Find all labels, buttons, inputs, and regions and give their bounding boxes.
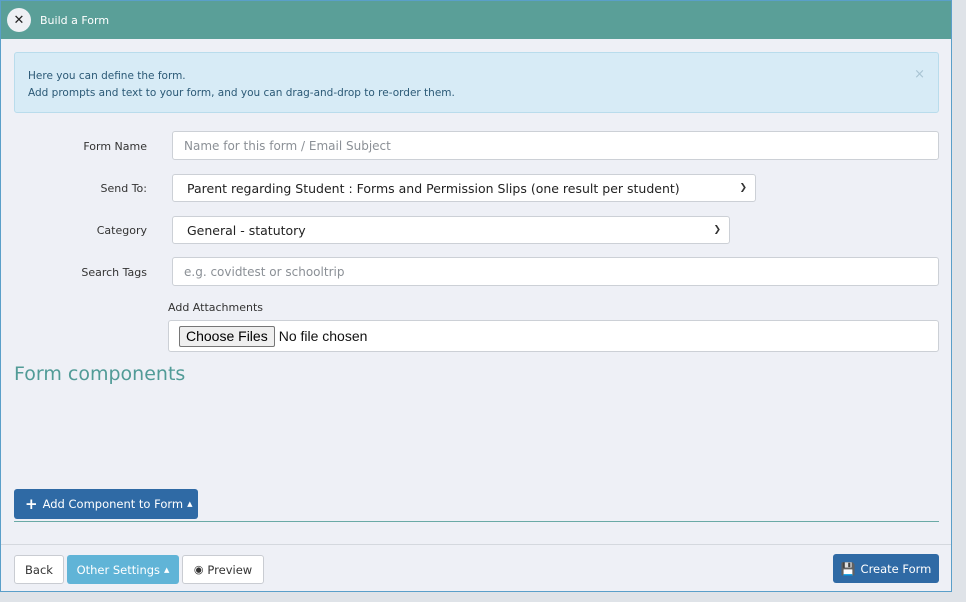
other-settings-label: Other Settings — [76, 562, 161, 577]
file-input[interactable]: Choose Files No file chosen — [168, 320, 939, 352]
caret-up-icon: ▲ — [187, 500, 193, 508]
send-to-selected: Parent regarding Student : Forms and Per… — [187, 180, 680, 196]
save-icon: 💾 — [840, 561, 856, 576]
add-component-button[interactable]: + Add Component to Form ▲ — [14, 489, 198, 519]
dialog-title: Build a Form — [40, 13, 110, 27]
add-component-label: Add Component to Form — [42, 497, 184, 511]
alert-line-1: Here you can define the form. — [28, 70, 186, 82]
section-divider — [14, 521, 939, 522]
chevron-down-icon: ❯ — [739, 183, 747, 193]
other-settings-button[interactable]: Other Settings ▲ — [67, 555, 179, 584]
alert-line-2: Add prompts and text to your form, and y… — [28, 87, 455, 99]
choose-files-button[interactable]: Choose Files — [179, 325, 275, 347]
category-selected: General - statutory — [187, 222, 306, 238]
plus-icon: + — [25, 495, 38, 513]
send-to-label: Send To: — [100, 182, 148, 195]
form-name-input[interactable] — [172, 131, 939, 160]
preview-label: Preview — [207, 562, 253, 577]
close-icon: ✕ — [13, 12, 25, 28]
add-attachments-label: Add Attachments — [168, 301, 264, 314]
create-form-button[interactable]: 💾 Create Form — [833, 554, 939, 583]
create-form-label: Create Form — [860, 561, 932, 576]
form-name-label: Form Name — [83, 140, 147, 153]
search-tags-input[interactable] — [172, 257, 939, 286]
preview-button[interactable]: ◉ Preview — [182, 555, 264, 584]
dialog-header: ✕ Build a Form — [1, 1, 951, 39]
search-tags-label: Search Tags — [81, 266, 147, 279]
category-label: Category — [96, 224, 147, 237]
form-components-title: Form components — [14, 363, 186, 385]
eye-icon: ◉ — [193, 563, 204, 576]
build-form-dialog: ✕ Build a Form Here you can define the f… — [0, 0, 952, 592]
dialog-footer: Back Other Settings ▲ ◉ Preview 💾 Create… — [1, 544, 951, 591]
file-status: No file chosen — [278, 328, 368, 344]
category-select[interactable]: General - statutory ❯ — [172, 216, 730, 244]
alert-close-icon[interactable]: × — [914, 66, 925, 83]
close-button[interactable]: ✕ — [7, 8, 31, 32]
send-to-select[interactable]: Parent regarding Student : Forms and Per… — [172, 174, 756, 202]
caret-up-icon: ▲ — [164, 565, 170, 574]
chevron-down-icon: ❯ — [713, 225, 721, 235]
back-button[interactable]: Back — [14, 555, 64, 584]
info-alert: Here you can define the form. Add prompt… — [14, 52, 939, 113]
